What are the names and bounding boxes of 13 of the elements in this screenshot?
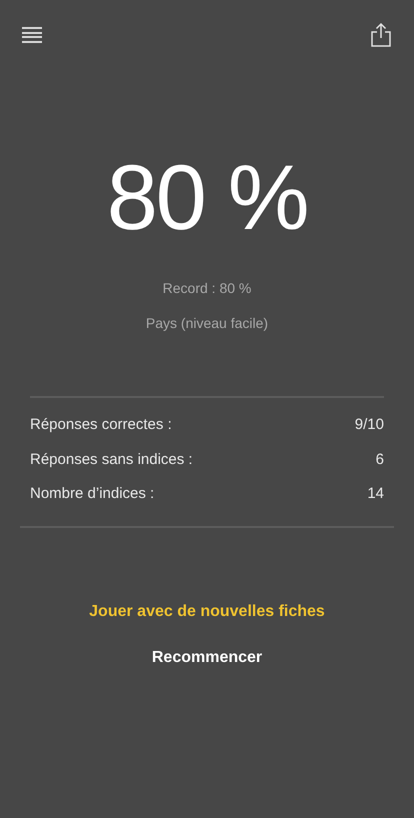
record-text: Record : 80 %	[162, 279, 252, 298]
stat-label: Réponses sans indices :	[30, 450, 193, 470]
share-icon[interactable]	[370, 22, 392, 48]
stat-value: 9/10	[354, 415, 384, 435]
stat-label: Nombre d’indices :	[30, 484, 154, 504]
category-text: Pays (niveau facile)	[146, 314, 268, 333]
action-link[interactable]: Jouer avec de nouvelles fiches	[89, 600, 325, 624]
action-link[interactable]: Recommencer	[152, 646, 262, 670]
stat-value: 6	[376, 450, 384, 470]
score-percentage: 80 %	[106, 152, 308, 244]
stat-label: Réponses correctes :	[30, 415, 172, 435]
menu-icon[interactable]	[22, 27, 42, 43]
stat-value: 14	[367, 484, 384, 504]
